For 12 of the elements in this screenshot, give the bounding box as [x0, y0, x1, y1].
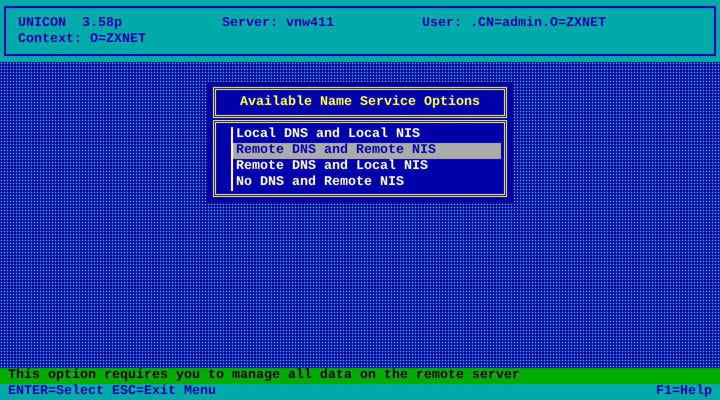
header-text: Server: vnw411 — [222, 16, 335, 32]
menu-item[interactable]: Remote DNS and Local NIS — [233, 159, 501, 175]
header-text: User: .CN=admin.O=ZXNET — [422, 16, 607, 32]
header-text: Context: O=ZXNET — [18, 32, 147, 48]
menu-item[interactable]: Local DNS and Local NIS — [233, 127, 501, 143]
menu-item[interactable]: Remote DNS and Remote NIS — [233, 143, 501, 159]
header-text: UNICON 3.58p — [18, 16, 123, 32]
key-hint: F1=Help — [656, 384, 712, 400]
status-message: This option requires you to manage all data on the remote server — [0, 368, 720, 384]
key-hint: ENTER=Select ESC=Exit Menu — [8, 384, 216, 400]
menu-item[interactable]: No DNS and Remote NIS — [233, 175, 501, 191]
dialog-title: Available Name Service Options — [213, 87, 507, 118]
